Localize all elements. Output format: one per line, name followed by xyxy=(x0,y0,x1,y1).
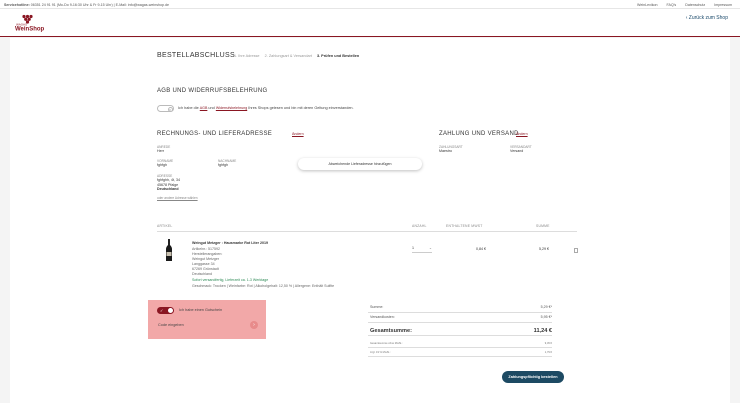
item-availability: Sofort versandfertig, Lieferzeit ca. 1-3… xyxy=(192,278,269,282)
agb-toggle[interactable]: ✕ xyxy=(157,105,174,112)
item-line-5: 67269 Grünstadt xyxy=(192,267,219,271)
subtotal-value: 5,29 €* xyxy=(540,305,552,309)
col-summe: SUMME xyxy=(536,224,550,228)
checkout-content: BESTELLABSCHLUSS 1. Ihre Adresse 2. Zahl… xyxy=(10,38,730,403)
adresse-line-2: 45678 Pfalge xyxy=(157,182,179,187)
page-title: BESTELLABSCHLUSS xyxy=(157,52,235,59)
total-label: Gesamtsumme: xyxy=(370,327,412,334)
table-divider xyxy=(157,231,577,232)
alt-delivery-address-button[interactable]: Abweichende Lieferadresse hinzufügen xyxy=(298,158,422,170)
summary-vat-row: zzgl. 19 % MwSt.: 1,79 € xyxy=(368,349,552,357)
step-review: 3. Prüfen und Bestellen xyxy=(316,54,360,58)
item-line-6: Deutschland xyxy=(192,272,212,276)
service-bar: Servicehotline: 06351 24 91 91 (Mo-Do 9-… xyxy=(0,0,740,9)
widerruf-link[interactable]: Widerrufsbelehrung xyxy=(216,106,247,110)
agb-link[interactable]: AGB xyxy=(200,106,208,110)
agb-text-3: Ihres Shops gelesen und bin mit deren Ge… xyxy=(248,106,354,110)
address-edit-link[interactable]: Ändern xyxy=(292,132,304,136)
hotline-contact: 06351 24 91 91 (Mo-Do 9-16:30 Uhr & Fr 9… xyxy=(30,2,169,7)
voucher-box: ✓ Ich habe einen Gutschein Code eingeben… xyxy=(148,300,266,339)
hotline-label: Servicehotline: xyxy=(4,2,30,7)
versandart-value: Versand xyxy=(510,149,524,153)
link-impressum[interactable]: Impressum xyxy=(714,3,732,7)
summary-shipping-row: Versandkosten: 5,95 €* xyxy=(368,313,552,323)
voucher-submit-arrow-icon[interactable]: › xyxy=(250,321,258,329)
shipping-label: Versandkosten: xyxy=(370,315,395,319)
anrede-value: Herr xyxy=(157,149,164,153)
item-name[interactable]: Weingut Metzger : Hausmarke Rot Liter 20… xyxy=(192,241,268,245)
address-title: RECHNUNGS- UND LIEFERADRESSE xyxy=(157,131,273,137)
step-payment[interactable]: 2. Zahlungsart & Versandart xyxy=(265,54,312,58)
voucher-code-input[interactable]: Code eingeben xyxy=(158,323,184,327)
vorname-value: fghfgh xyxy=(157,163,167,167)
site-header: WAGAS WeinShop ‹ Zurück zum Shop xyxy=(0,9,740,37)
top-links: WeinLexikon FAQ's Datenschutz Impressum xyxy=(629,3,732,7)
net-label: Gesamtsumme ohne MwSt.: xyxy=(370,342,403,345)
item-line-2: Herstellerangaben: xyxy=(192,252,223,256)
total-value: 11,24 € xyxy=(533,327,552,334)
summary-net-row: Gesamtsumme ohne MwSt.: 9,45 € xyxy=(368,340,552,348)
item-mwst: 0,84 € xyxy=(476,247,486,251)
link-datenschutz[interactable]: Datenschutz xyxy=(685,3,705,7)
payment-edit-link[interactable]: Ändern xyxy=(516,132,528,136)
agb-text: Ich habe die AGB und Widerrufsbelehrung … xyxy=(178,106,354,110)
col-mwst: ENTHALTENE MWST xyxy=(446,224,483,228)
summary-subtotal-row: Summe: 5,29 €* xyxy=(368,303,552,313)
nachname-value: fghfgh xyxy=(218,163,228,167)
quantity-select[interactable]: 1 ⌄ xyxy=(412,246,432,253)
col-anzahl: ANZAHL xyxy=(412,224,427,228)
quantity-value: 1 xyxy=(412,246,414,250)
wagas-logo[interactable]: WAGAS WeinShop xyxy=(14,13,48,33)
zahlungsart-value: Maestro xyxy=(439,149,452,153)
place-order-button[interactable]: Zahlungspflichtig bestellen xyxy=(502,371,564,383)
summary-total-row: Gesamtsumme: 11,24 € xyxy=(368,326,552,336)
vat-label: zzgl. 19 % MwSt.: xyxy=(370,351,391,354)
payment-title: ZAHLUNG UND VERSAND xyxy=(439,131,519,137)
adresse-line-3: Deutschland xyxy=(157,187,179,191)
chevron-down-icon: ⌄ xyxy=(428,246,432,250)
wine-bottle-icon[interactable] xyxy=(164,239,174,261)
agb-text-2: und xyxy=(208,106,215,110)
other-address-link[interactable]: oder andere Adresse wählen xyxy=(157,196,198,200)
vat-value: 1,79 € xyxy=(544,351,552,354)
item-specs: Geschmack: Trocken | Weinfarbe: Rot | Al… xyxy=(192,284,335,288)
logo-main-text: WeinShop xyxy=(15,27,45,33)
check-icon: ✓ xyxy=(160,307,164,313)
agb-title: AGB UND WIDERRUFSBELEHRUNG xyxy=(157,88,268,94)
agb-text-1: Ich habe die xyxy=(178,106,199,110)
col-artikel: ARTIKEL xyxy=(157,224,173,228)
checkout-steps: 1. Ihre Adresse 2. Zahlungsart & Versand… xyxy=(234,54,363,58)
service-hotline: Servicehotline: 06351 24 91 91 (Mo-Do 9-… xyxy=(4,3,169,7)
step-address[interactable]: 1. Ihre Adresse xyxy=(234,54,260,58)
shipping-value: 5,95 €* xyxy=(540,315,552,319)
voucher-toggle[interactable]: ✓ xyxy=(157,307,174,314)
item-sum: 5,29 € xyxy=(539,247,549,251)
item-line-1: Artikelnr.: 517592 xyxy=(192,247,220,251)
adresse-line-1: fghfghh, 4t, 34 xyxy=(157,178,180,182)
item-line-3: Weingut Metzger xyxy=(192,257,220,261)
link-faqs[interactable]: FAQ's xyxy=(667,3,677,7)
subtotal-label: Summe: xyxy=(370,305,384,309)
item-line-4: Langgasse 34 xyxy=(192,262,215,266)
link-weinlexikon[interactable]: WeinLexikon xyxy=(637,3,658,7)
close-icon: ✕ xyxy=(167,106,173,112)
voucher-label: Ich habe einen Gutschein xyxy=(179,308,223,312)
trash-icon[interactable] xyxy=(574,248,578,253)
net-value: 9,45 € xyxy=(544,342,552,345)
back-to-shop-link[interactable]: ‹ Zurück zum Shop xyxy=(686,15,728,21)
